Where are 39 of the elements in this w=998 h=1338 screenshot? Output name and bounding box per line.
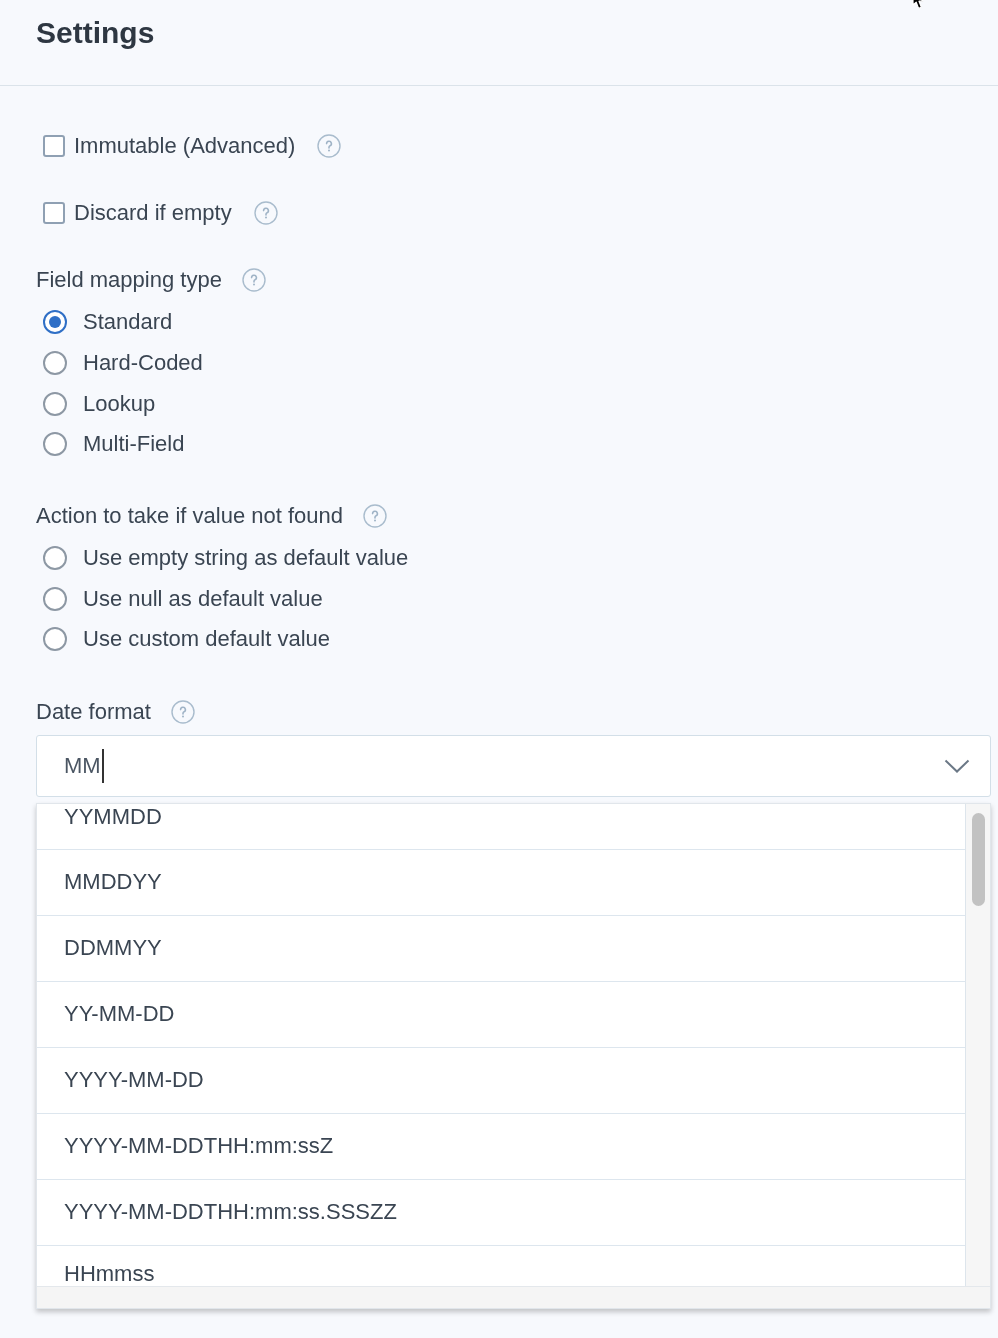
radio-label[interactable]: Use custom default value xyxy=(83,626,331,653)
date-format-input[interactable]: MM xyxy=(36,734,991,797)
date-format-option[interactable]: YYYY-MM-DDTHH:mm:ss.SSSZZ xyxy=(37,1179,965,1246)
date-format-option[interactable]: YY-MM-DD xyxy=(37,981,965,1048)
radio-label[interactable]: Use null as default value xyxy=(83,585,323,612)
radio-label[interactable]: Hard-Coded xyxy=(83,350,203,377)
date-format-option[interactable]: YYYY-MM-DDTHH:mm:ssZ xyxy=(37,1113,965,1180)
page-title: Settings xyxy=(36,15,155,51)
radio-label[interactable]: Lookup xyxy=(83,390,156,417)
checkbox-label[interactable]: Discard if empty xyxy=(74,200,232,226)
section-label: Field mapping type xyxy=(36,267,222,293)
help-icon[interactable] xyxy=(241,268,266,292)
date-format-option[interactable]: YYMMDD xyxy=(37,803,965,850)
section-label: Action to take if value not found xyxy=(36,502,343,529)
checkbox[interactable] xyxy=(43,202,65,224)
text-cursor-icon xyxy=(101,748,104,783)
checkbox-label[interactable]: Immutable (Advanced) xyxy=(74,133,296,159)
help-icon[interactable] xyxy=(317,134,342,158)
radio-button[interactable] xyxy=(43,391,67,416)
radio-button[interactable] xyxy=(43,310,67,335)
help-icon[interactable] xyxy=(363,503,387,528)
radio-label[interactable]: Multi-Field xyxy=(83,431,185,458)
section-label: Date format xyxy=(36,698,151,725)
scrollbar-thumb[interactable] xyxy=(972,812,985,906)
date-format-option[interactable]: YYYY-MM-DD xyxy=(37,1047,965,1114)
help-icon[interactable] xyxy=(253,201,278,225)
radio-button[interactable] xyxy=(43,586,67,611)
radio-button[interactable] xyxy=(43,351,67,376)
radio-label[interactable]: Use empty string as default value xyxy=(83,545,409,572)
date-format-option[interactable]: MMDDYY xyxy=(37,849,965,916)
radio-button[interactable] xyxy=(43,627,67,652)
radio-label[interactable]: Standard xyxy=(83,309,173,336)
radio-button[interactable] xyxy=(43,546,67,571)
radio-button[interactable] xyxy=(43,432,67,457)
help-icon[interactable] xyxy=(170,699,195,724)
checkbox[interactable] xyxy=(43,135,65,157)
date-format-option[interactable]: DDMMYY xyxy=(37,915,965,982)
chevron-down-icon[interactable] xyxy=(944,758,970,773)
date-format-option[interactable]: HHmmss xyxy=(37,1245,965,1286)
